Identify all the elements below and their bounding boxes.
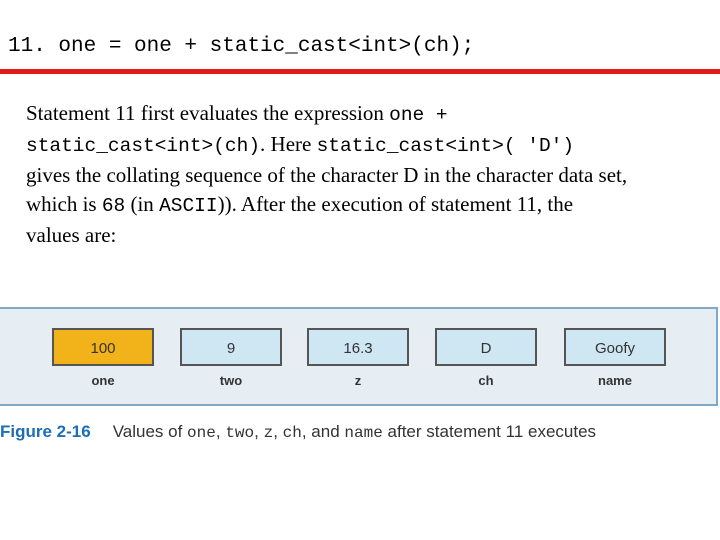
code-run: one +	[389, 104, 448, 126]
value-box: 9	[180, 328, 282, 366]
variable-label: z	[354, 373, 362, 388]
variable-name: Goofy name	[564, 328, 666, 388]
variable-ch: D ch	[435, 328, 537, 388]
variable-label: one	[91, 373, 115, 388]
caption-code: one	[187, 424, 216, 442]
code-run: static_cast<int>( 'D')	[316, 135, 575, 157]
explanation-paragraph: Statement 11 first evaluates the express…	[26, 99, 716, 250]
code-run: ASCII	[159, 195, 218, 217]
caption-text: ,	[254, 422, 264, 441]
figure-label: Figure 2-16	[0, 422, 91, 441]
code-run: static_cast<int>(ch)	[26, 135, 261, 157]
variable-z: 16.3 z	[307, 328, 409, 388]
value-box: Goofy	[564, 328, 666, 366]
caption-text: ,	[215, 422, 226, 441]
caption-code: ch	[282, 424, 302, 442]
caption-code: z	[263, 424, 274, 442]
value-box: 100	[52, 328, 154, 366]
paragraph-line: which is 68 (in ASCII)). After the execu…	[26, 190, 716, 221]
text-run: Statement 11 first evaluates the express…	[26, 101, 390, 125]
variable-label: two	[219, 373, 243, 388]
caption-text: Values of	[112, 422, 188, 441]
variable-one: 100 one	[52, 328, 154, 388]
variable-label: ch	[478, 373, 494, 388]
paragraph-line: static_cast<int>(ch). Here static_cast<i…	[26, 130, 716, 161]
code-run: 68	[101, 195, 126, 217]
value-box: D	[435, 328, 537, 366]
caption-code: two	[225, 424, 255, 442]
divider-rule	[0, 69, 720, 74]
paragraph-line: gives the collating sequence of the char…	[26, 163, 628, 187]
text-run: (in	[125, 192, 160, 216]
caption-code: name	[344, 424, 383, 442]
code-heading: 11. one = one + static_cast<int>(ch);	[8, 35, 475, 58]
text-run: . Here	[260, 132, 317, 156]
caption-text: , and	[301, 422, 345, 441]
value-box: 16.3	[307, 328, 409, 366]
paragraph-line: values are:	[26, 223, 117, 247]
caption-text: ,	[273, 422, 283, 441]
figure-caption: Figure 2-16 Values of one, two, z, ch, an…	[0, 422, 596, 442]
variable-label: name	[598, 373, 632, 388]
variable-two: 9 two	[180, 328, 282, 388]
text-run: which is	[26, 192, 102, 216]
variables-figure: 100 one 9 two 16.3 z D ch Goofy name	[0, 307, 718, 406]
paragraph-line: Statement 11 first evaluates the express…	[26, 99, 716, 130]
text-run: )). After the execution of statement 11,…	[217, 192, 574, 216]
caption-text: after statement 11 executes	[382, 422, 597, 441]
